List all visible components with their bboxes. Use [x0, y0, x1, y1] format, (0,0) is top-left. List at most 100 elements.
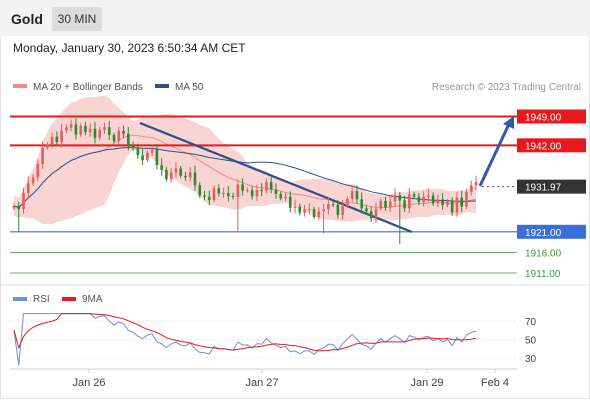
candle-body [403, 200, 406, 209]
candle-body [12, 205, 16, 209]
candle-body [69, 124, 73, 128]
candle-body [255, 190, 259, 197]
candle-body [260, 190, 263, 192]
candle-body [93, 128, 97, 138]
level-label-1921.00: 1921.00 [525, 228, 562, 239]
candle-body [284, 196, 287, 199]
rsi-ma-legend-swatch [62, 297, 76, 301]
candle-body [360, 199, 363, 209]
candle-body [212, 188, 216, 201]
price-labels: 1949.00 1942.00 1921.00 1916.00 1911.00 1931.… [482, 109, 586, 280]
candle-body [298, 206, 302, 213]
candle-body [217, 188, 221, 194]
level-label-1916.00: 1916.00 [525, 248, 562, 259]
candle-body [408, 194, 411, 209]
candle-body [412, 194, 416, 197]
candle-body [288, 196, 292, 208]
candle-body [246, 190, 249, 192]
candle-body [46, 144, 49, 148]
candle-body [317, 211, 321, 217]
candle-body [188, 172, 192, 178]
candle-body [465, 191, 468, 207]
forecast-arrow [478, 116, 514, 187]
candle-body [203, 195, 206, 197]
candle-body [365, 208, 368, 212]
candle-body [265, 181, 268, 191]
candle-body [26, 183, 30, 194]
candle-body [193, 172, 197, 186]
candle-body [155, 149, 159, 166]
candle-body [103, 127, 106, 131]
candle-body [436, 199, 440, 204]
x-tick-label: Jan 29 [410, 377, 443, 389]
candle-body [460, 197, 464, 207]
candle-body [146, 152, 149, 161]
rsi-tick-50: 50 [525, 336, 537, 347]
candle-body [112, 135, 116, 142]
candle-body [331, 204, 335, 206]
candle-body [388, 201, 392, 208]
candle-body [355, 191, 359, 200]
candle-body [98, 130, 102, 138]
candle-body [384, 200, 387, 208]
candle-body [169, 172, 173, 180]
level-label-1949.00: 1949.00 [525, 113, 562, 124]
bb-legend-swatch [13, 84, 27, 88]
ma50-legend-swatch [155, 84, 169, 88]
copyright-text: Research © 2023 Trading Central [432, 82, 581, 93]
candle-body [117, 130, 121, 142]
candle-body [236, 184, 240, 197]
candle-body [107, 127, 111, 136]
candle-body [474, 181, 478, 186]
candle-body [17, 205, 21, 210]
candle-body [231, 195, 235, 197]
level-label-1942.00: 1942.00 [525, 141, 562, 152]
candle-body [60, 130, 63, 143]
chart-svg: MA 20 + Bollinger Bands MA 50 Research ©… [0, 82, 590, 389]
candle-body [136, 148, 140, 156]
candle-body [269, 181, 273, 190]
candle-body [427, 195, 430, 197]
candle-body [160, 165, 163, 171]
candle-body [422, 196, 425, 203]
candle-body [65, 127, 68, 131]
candle-body [55, 136, 59, 143]
level-label-1911.00: 1911.00 [525, 269, 561, 280]
candle-body [31, 177, 35, 184]
candle-body [131, 144, 135, 149]
candle-body [336, 204, 340, 215]
candle-body [88, 128, 92, 133]
candle-body [446, 201, 449, 206]
candle-body [50, 136, 54, 145]
candle-body [222, 193, 225, 195]
candle-body [455, 197, 459, 213]
candle-body [174, 168, 178, 173]
rsi-panel: 70 50 30 [10, 313, 537, 366]
forecast-arrow-shaft [478, 123, 511, 187]
rsi-tick-70: 70 [525, 317, 537, 328]
candle-body [346, 198, 349, 207]
candle-body [179, 168, 182, 176]
candle-body [79, 125, 82, 135]
candle-body [308, 209, 311, 211]
candle-body [279, 193, 283, 199]
bb-legend-label: MA 20 + Bollinger Bands [33, 82, 143, 93]
candle-body [322, 209, 325, 212]
x-tick-label: Jan 27 [245, 377, 278, 389]
candle-body [84, 125, 87, 133]
candle-body [150, 149, 154, 153]
candle-body [122, 130, 125, 134]
candle-body [198, 185, 202, 196]
candle-body [274, 189, 278, 194]
candle-body [74, 124, 78, 135]
candle-body [374, 208, 378, 219]
candle-body [431, 195, 435, 204]
rsi-legend-label: RSI [33, 294, 50, 305]
candle-body [165, 170, 168, 180]
rsi-ma-legend-label: 9MA [82, 294, 103, 305]
current-price-label: 1931.97 [525, 183, 562, 194]
candle-body [227, 193, 230, 196]
candle-body [398, 195, 402, 201]
rsi-tick-30: 30 [525, 354, 537, 365]
x-tick-label: Feb 4 [481, 377, 509, 389]
